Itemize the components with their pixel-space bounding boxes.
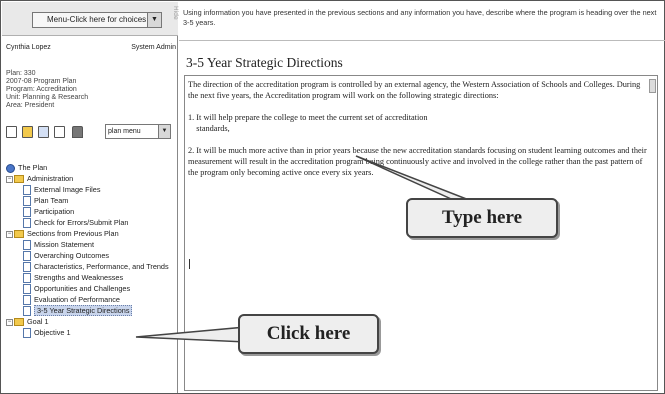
instructions-text: Using information you have presented in … bbox=[183, 8, 657, 27]
page-icon bbox=[23, 295, 31, 306]
menu-dropdown[interactable]: Menu-Click here for choices ▼ bbox=[32, 12, 162, 28]
divider bbox=[179, 40, 665, 41]
folder-icon bbox=[14, 230, 24, 239]
menu-dropdown-label: Menu-Click here for choices bbox=[47, 15, 147, 24]
tree-item[interactable]: Opportunities and Challenges bbox=[23, 283, 130, 295]
tree-item[interactable]: Participation bbox=[23, 206, 74, 218]
page-icon bbox=[23, 240, 31, 251]
open-folder-icon[interactable] bbox=[22, 126, 33, 138]
app-window: Menu-Click here for choices ▼ Hide Cynth… bbox=[0, 0, 665, 394]
text-caret bbox=[189, 259, 190, 269]
plan-type: 2007-08 Program Plan bbox=[6, 78, 77, 85]
editor-paragraph: 2. It will be much more active than in p… bbox=[188, 146, 647, 177]
chevron-down-icon: ▼ bbox=[147, 13, 161, 27]
click-here-callout: Click here bbox=[238, 314, 379, 354]
menu-bar: Menu-Click here for choices ▼ Hide bbox=[2, 2, 179, 36]
collapse-icon[interactable]: − bbox=[6, 318, 13, 326]
tree-item[interactable]: Strengths and Weaknesses bbox=[23, 272, 123, 284]
plan-unit: Unit: Planning & Research bbox=[6, 94, 89, 101]
editor-paragraph: The direction of the accreditation progr… bbox=[188, 80, 641, 100]
blank-page-icon[interactable] bbox=[6, 126, 17, 138]
plan-number: Plan: 330 bbox=[6, 70, 36, 77]
user-role: System Admin bbox=[131, 44, 176, 51]
tree-item[interactable]: Check for Errors/Submit Plan bbox=[23, 217, 129, 229]
tree-item-selected[interactable]: 3-5 Year Strategic Directions bbox=[23, 305, 133, 317]
chevron-down-icon: ▼ bbox=[158, 125, 170, 138]
plan-info: Plan: 330 2007-08 Program Plan Program: … bbox=[6, 70, 88, 110]
page-icon bbox=[23, 262, 31, 273]
page-icon bbox=[23, 328, 31, 339]
tree-item[interactable]: Evaluation of Performance bbox=[23, 294, 120, 306]
tree-item[interactable]: Overarching Outcomes bbox=[23, 250, 109, 262]
page-icon bbox=[23, 185, 31, 196]
tree-folder-sections[interactable]: − Sections from Previous Plan bbox=[6, 228, 119, 239]
tree-item[interactable]: Plan Team bbox=[23, 195, 68, 207]
trash-icon[interactable] bbox=[72, 126, 83, 138]
hide-panel-label[interactable]: Hide bbox=[172, 6, 179, 20]
page-icon bbox=[23, 207, 31, 218]
collapse-icon[interactable]: − bbox=[6, 230, 13, 238]
tree-item[interactable]: Objective 1 bbox=[23, 327, 71, 339]
toolbar: plan menu ▼ bbox=[6, 124, 176, 144]
user-name: Cynthia Lopez bbox=[6, 44, 51, 51]
user-row: Cynthia Lopez System Admin bbox=[6, 44, 176, 56]
scrollbar-thumb[interactable] bbox=[649, 79, 656, 93]
tree-folder-administration[interactable]: − Administration bbox=[6, 173, 73, 184]
page-icon bbox=[23, 251, 31, 262]
editor-paragraph: 1. It will help prepare the college to m… bbox=[188, 113, 428, 133]
page-icon bbox=[23, 196, 31, 207]
page-icon bbox=[23, 273, 31, 284]
tree-item[interactable]: Mission Statement bbox=[23, 239, 94, 251]
folder-icon bbox=[14, 175, 24, 184]
tree-item[interactable]: External Image Files bbox=[23, 184, 101, 196]
editor-content[interactable]: The direction of the accreditation progr… bbox=[188, 79, 650, 189]
tree-item[interactable]: Characteristics, Performance, and Trends bbox=[23, 261, 169, 273]
left-panel: Menu-Click here for choices ▼ Hide Cynth… bbox=[2, 2, 179, 393]
page-icon bbox=[23, 306, 31, 317]
page-icon bbox=[23, 218, 31, 229]
collapse-icon[interactable]: − bbox=[6, 175, 13, 183]
page-icon bbox=[23, 284, 31, 295]
plan-menu-dropdown[interactable]: plan menu ▼ bbox=[105, 124, 171, 139]
tree-folder-goal[interactable]: − Goal 1 bbox=[6, 316, 49, 327]
type-here-callout: Type here bbox=[406, 198, 558, 238]
plan-area: Area: President bbox=[6, 102, 55, 109]
properties-icon[interactable] bbox=[38, 126, 49, 138]
folder-icon bbox=[14, 318, 24, 327]
tree-root[interactable]: The Plan bbox=[6, 162, 47, 173]
plan-menu-label: plan menu bbox=[108, 128, 141, 135]
plan-program: Program: Accreditation bbox=[6, 86, 77, 93]
globe-icon bbox=[6, 163, 15, 173]
section-title: 3-5 Year Strategic Directions bbox=[186, 55, 343, 70]
text-icon[interactable] bbox=[54, 126, 65, 138]
